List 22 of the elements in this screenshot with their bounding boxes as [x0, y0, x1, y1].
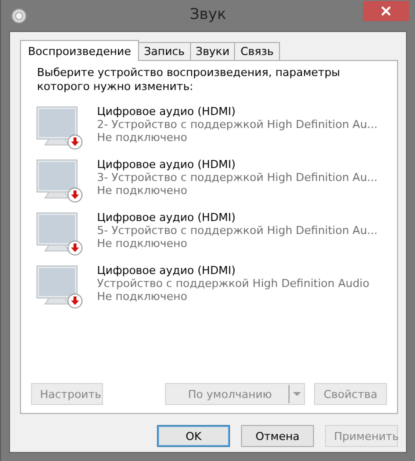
device-name: Цифровое аудио (HDMI) — [97, 211, 237, 224]
dialog-button[interactable]: Отмена — [241, 425, 314, 447]
dialog-button[interactable]: OK — [157, 425, 230, 447]
close-button[interactable] — [363, 1, 409, 21]
device-status: Не подключено — [97, 131, 188, 144]
caret-icon — [288, 385, 304, 403]
device-description: Устройство с поддержкой High Definition Audio — [97, 277, 370, 290]
tab[interactable]: Воспроизведение — [20, 40, 139, 61]
tab[interactable]: Связь — [234, 42, 280, 60]
device-name: Цифровое аудио (HDMI) — [97, 105, 237, 118]
device-description: 3- Устройство с поддержкой High Definition Au... — [97, 171, 378, 184]
device-name: Цифровое аудио (HDMI) — [97, 158, 237, 171]
window-title: Звук — [188, 5, 228, 23]
device-name: Цифровое аудио (HDMI) — [97, 264, 237, 277]
close-icon — [381, 6, 391, 16]
device-description: 2- Устройство с поддержкой High Definition Au... — [97, 118, 378, 131]
device-description: 5- Устройство с поддержкой High Definition Au... — [97, 224, 378, 237]
instruction-text: Выберите устройство воспроизведения, параметры которого нужно изменить: — [37, 66, 342, 94]
tab[interactable]: Звуки — [190, 42, 236, 60]
device-status: Не подключено — [97, 290, 188, 303]
device-status: Не подключено — [97, 237, 188, 250]
device-status: Не подключено — [97, 184, 188, 197]
